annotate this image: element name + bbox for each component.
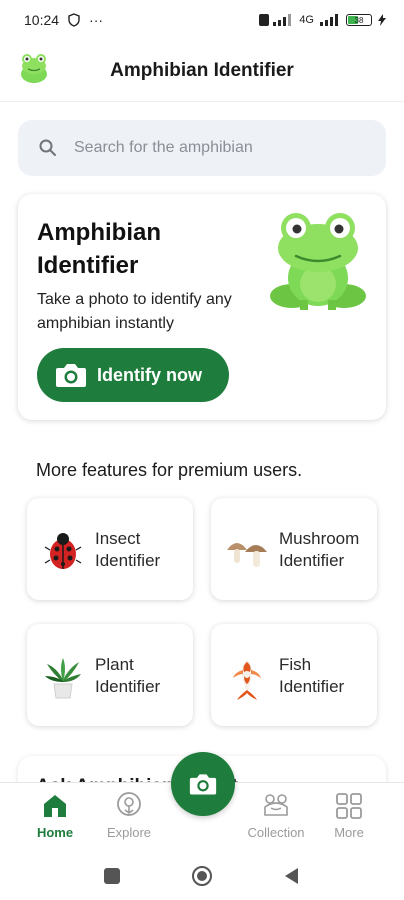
identify-card: Amphibian Identifier Take a photo to ide… [18, 194, 386, 420]
hero-subtitle: Take a photo to identify any amphibian i… [37, 291, 232, 332]
feature-label: Insect Identifier [95, 529, 161, 570]
feature-label: Fish Identifier [279, 655, 345, 696]
collection-icon [264, 794, 288, 816]
status-dots: ··· [89, 12, 104, 28]
signal-icon [320, 14, 338, 26]
status-bar: 10:24 ··· 4G 38 [0, 0, 404, 40]
shield-icon [68, 13, 80, 27]
search-bar[interactable]: Search for the amphibian [18, 120, 386, 176]
app-bar: Amphibian Identifier [0, 40, 404, 102]
signal-icon [259, 14, 292, 26]
network-label: 4G [299, 14, 314, 26]
nav-more-label: More [334, 825, 364, 840]
system-nav-bar [0, 852, 404, 900]
grid-icon [336, 793, 362, 819]
feature-card-fish[interactable]: Fish Identifier [211, 624, 377, 726]
battery-icon: 38 [346, 14, 372, 26]
status-time: 10:24 [24, 12, 60, 28]
nav-explore[interactable]: Explore [94, 791, 164, 847]
status-left: 10:24 ··· [24, 12, 103, 28]
potted-plant-icon [45, 658, 81, 699]
feature-label: Mushroom Identifier [279, 529, 360, 570]
feature-card-insect[interactable]: Insect Identifier [27, 498, 193, 600]
nav-collection[interactable]: Collection [241, 791, 311, 847]
camera-icon [56, 364, 86, 387]
identify-now-button[interactable]: Identify now [37, 348, 229, 402]
mushroom-icon [227, 543, 267, 567]
camera-icon [189, 774, 217, 795]
back-icon[interactable] [283, 867, 301, 885]
nav-more[interactable]: More [314, 791, 384, 847]
status-right: 4G 38 [259, 14, 386, 26]
koi-fish-icon [233, 660, 261, 700]
nav-collection-label: Collection [247, 825, 305, 840]
premium-heading: More features for premium users. [36, 460, 303, 480]
nav-home[interactable]: Home [20, 791, 90, 847]
hero-title: Amphibian Identifier [37, 219, 161, 279]
app-title: Amphibian Identifier [110, 60, 294, 81]
recent-apps-icon[interactable] [103, 867, 121, 885]
ladybug-icon [44, 533, 82, 569]
charging-bolt-icon [378, 14, 386, 26]
search-placeholder: Search for the amphibian [74, 139, 253, 156]
search-icon [39, 139, 56, 156]
explore-icon [117, 792, 141, 816]
battery-level: 38 [354, 15, 364, 25]
home-icon [44, 795, 66, 817]
nav-home-label: Home [36, 825, 74, 840]
camera-fab-button[interactable] [171, 752, 235, 816]
feature-card-plant[interactable]: Plant Identifier [27, 624, 193, 726]
identify-now-label: Identify now [97, 364, 202, 385]
feature-label: Plant Identifier [95, 655, 161, 696]
home-circle-icon[interactable] [191, 865, 213, 887]
frog-illustration-icon [270, 213, 366, 310]
nav-explore-label: Explore [106, 825, 152, 840]
feature-card-mushroom[interactable]: Mushroom Identifier [211, 498, 377, 600]
